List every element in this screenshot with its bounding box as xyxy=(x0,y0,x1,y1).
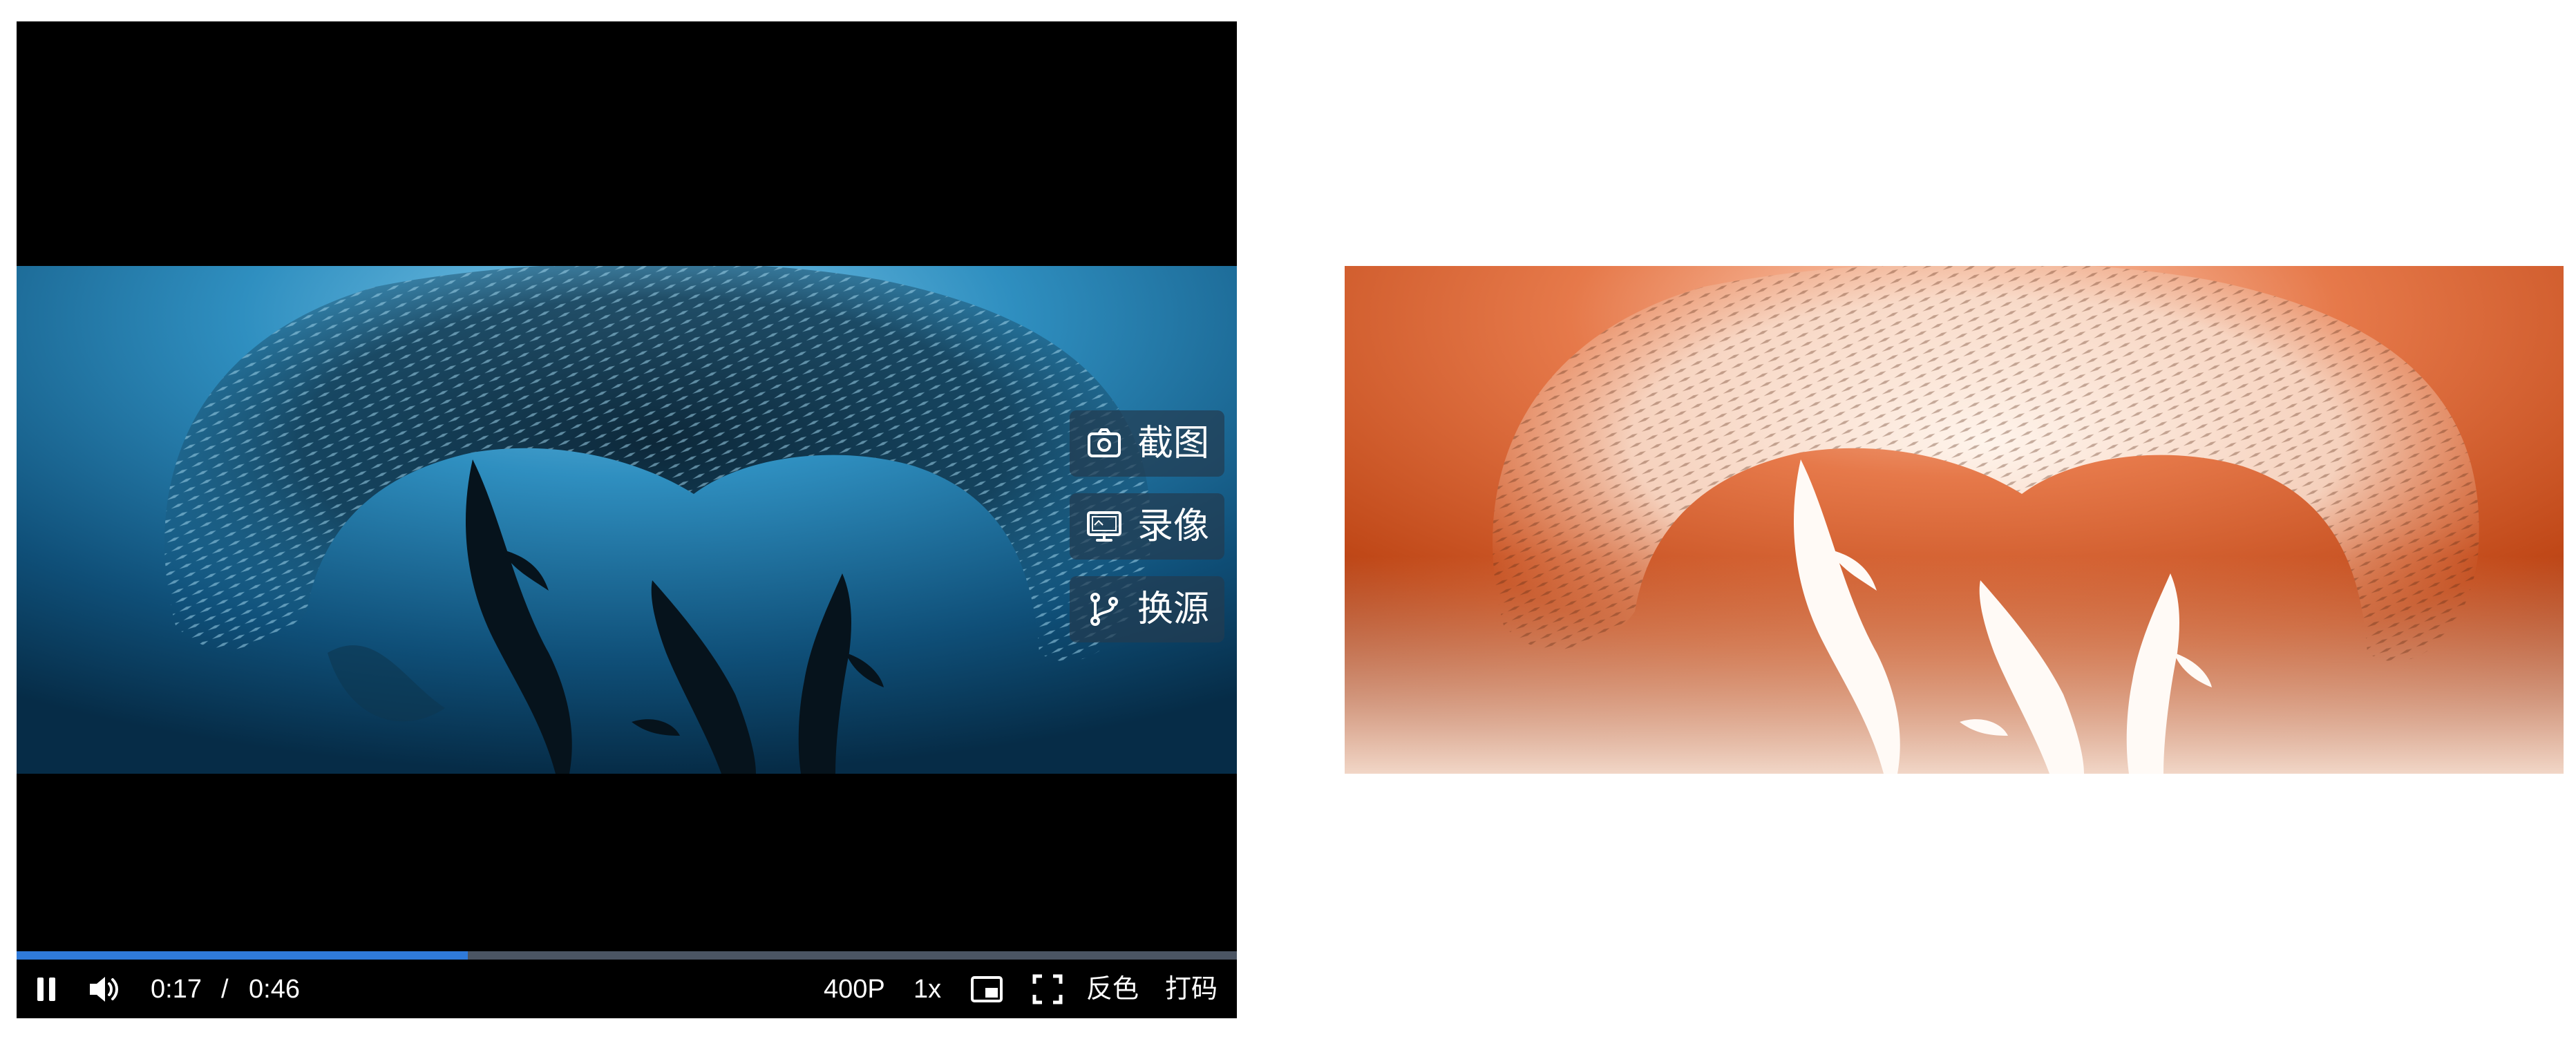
record-button[interactable]: 录像 xyxy=(1070,493,1224,560)
quality-label: 400P xyxy=(824,974,885,1004)
speed-label: 1x xyxy=(913,974,942,1004)
switch-source-label: 换源 xyxy=(1137,589,1210,629)
branch-switch-icon xyxy=(1085,590,1124,629)
mosaic-button[interactable]: 打码 xyxy=(1165,960,1218,1018)
switch-source-button[interactable]: 换源 xyxy=(1070,576,1224,642)
time-separator: / xyxy=(221,960,229,1018)
speed-button[interactable]: 1x xyxy=(913,960,941,1018)
camera-icon xyxy=(1085,424,1124,463)
inverted-preview-image xyxy=(1345,266,2564,774)
control-bar: 0:17 / 0:46 400P 1x 反色 打码 xyxy=(17,960,1237,1018)
side-action-buttons: 截图 录像 换源 xyxy=(1070,410,1224,659)
pause-icon xyxy=(35,976,58,1002)
play-pause-button[interactable] xyxy=(35,960,58,1018)
current-time: 0:17 xyxy=(151,960,202,1018)
video-player[interactable]: 截图 录像 换源 0:17 / 0:46 400P 1x 反色 打码 xyxy=(17,21,1237,1018)
invert-color-button[interactable]: 反色 xyxy=(1086,960,1139,1018)
screenshot-button[interactable]: 截图 xyxy=(1070,410,1224,477)
progress-played xyxy=(17,951,468,960)
invert-color-label: 反色 xyxy=(1086,974,1139,1004)
video-frame[interactable] xyxy=(17,266,1237,774)
record-label: 录像 xyxy=(1137,506,1210,546)
fullscreen-icon xyxy=(1032,974,1063,1004)
screen-record-icon xyxy=(1085,507,1124,546)
picture-in-picture-icon xyxy=(970,975,1003,1003)
fullscreen-button[interactable] xyxy=(1032,960,1063,1018)
pip-button[interactable] xyxy=(970,960,1003,1018)
duration-text: 0:46 xyxy=(249,974,300,1004)
time-separator-text: / xyxy=(221,974,229,1004)
progress-bar[interactable] xyxy=(17,951,1237,960)
volume-button[interactable] xyxy=(87,960,120,1018)
duration: 0:46 xyxy=(249,960,300,1018)
quality-button[interactable]: 400P xyxy=(824,960,885,1018)
video-frame-image xyxy=(17,266,1237,774)
mosaic-label: 打码 xyxy=(1165,974,1218,1004)
screenshot-label: 截图 xyxy=(1137,423,1210,464)
volume-icon xyxy=(87,974,120,1004)
inverted-preview xyxy=(1345,266,2564,774)
current-time-text: 0:17 xyxy=(151,974,202,1004)
